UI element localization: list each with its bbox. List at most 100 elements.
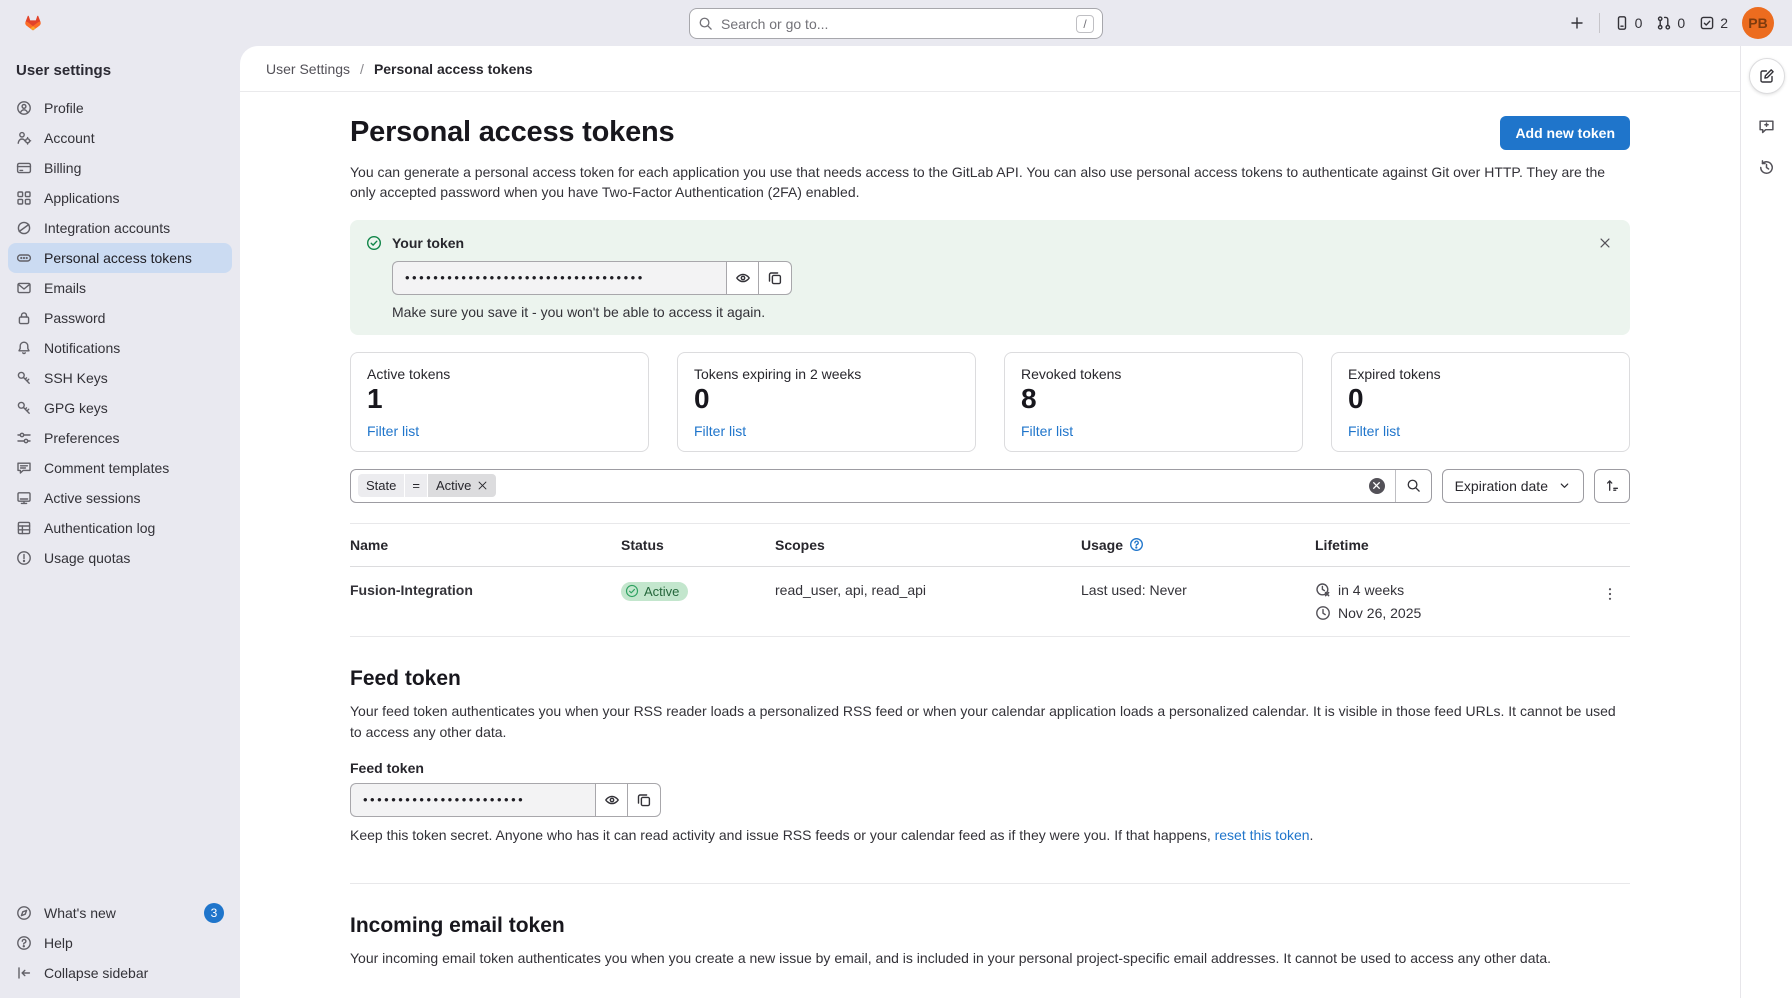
add-new-token-button[interactable]: Add new token — [1500, 116, 1630, 150]
alert-title: Your token — [392, 235, 464, 251]
collapse-icon — [16, 965, 32, 981]
reveal-feed-token-button[interactable] — [595, 783, 628, 817]
sidebar-item-preferences[interactable]: Preferences — [8, 423, 232, 453]
sidebar-item-notifications[interactable]: Notifications — [8, 333, 232, 363]
merge-requests-counter[interactable]: 0 — [1656, 15, 1685, 31]
search-shortcut-key: / — [1076, 15, 1094, 33]
create-new-button[interactable] — [1569, 15, 1585, 31]
comment-plus-icon — [1758, 118, 1775, 135]
filter-list-link[interactable]: Filter list — [1021, 423, 1073, 439]
status-badge: Active — [621, 582, 688, 601]
sidebar-item-account[interactable]: Account — [8, 123, 232, 153]
sidebar-item-authentication-log[interactable]: Authentication log — [8, 513, 232, 543]
merge-requests-count: 0 — [1677, 15, 1685, 31]
todos-count: 2 — [1720, 15, 1728, 31]
bell-icon — [16, 340, 32, 356]
sidebar-item-emails[interactable]: Emails — [8, 273, 232, 303]
alert-close-button[interactable] — [1594, 232, 1616, 254]
sort-direction-button[interactable] — [1594, 469, 1630, 503]
sidebar-item-label: GPG keys — [44, 400, 108, 416]
copy-icon — [767, 270, 783, 286]
sidebar-item-comment-templates[interactable]: Comment templates — [8, 453, 232, 483]
reset-feed-token-link[interactable]: reset this token — [1215, 827, 1310, 843]
help-button[interactable]: Help — [8, 928, 232, 958]
filter-list-link[interactable]: Filter list — [694, 423, 746, 439]
filter-chip-state[interactable]: State = Active — [358, 474, 496, 497]
lock-icon — [16, 310, 32, 326]
clear-filter-button[interactable] — [1369, 478, 1385, 494]
sidebar-item-profile[interactable]: Profile — [8, 93, 232, 123]
breadcrumb: User Settings / Personal access tokens — [240, 46, 1792, 92]
sidebar-item-personal-access-tokens[interactable]: Personal access tokens — [8, 243, 232, 273]
usage-help-icon[interactable] — [1129, 537, 1144, 552]
top-bar: Search or go to... / 0 0 2 PB — [0, 0, 1792, 46]
sidebar-item-label: Preferences — [44, 430, 119, 446]
filtered-search-input[interactable]: State = Active — [350, 469, 1432, 503]
chip-operator[interactable]: = — [405, 474, 427, 497]
incoming-email-token-heading: Incoming email token — [350, 914, 1630, 938]
breadcrumb-separator: / — [360, 61, 364, 77]
new-token-field[interactable]: •••••••••••••••••••••••••••••••••• — [392, 261, 726, 295]
key-icon — [16, 370, 32, 386]
token-created-alert: Your token •••••••••••••••••••••••••••••… — [350, 220, 1630, 335]
page-title: Personal access tokens — [350, 116, 674, 149]
sidebar-item-applications[interactable]: Applications — [8, 183, 232, 213]
whats-new-label: What's new — [44, 905, 116, 921]
breadcrumb-user-settings[interactable]: User Settings — [266, 61, 350, 77]
remove-chip-icon[interactable] — [477, 480, 488, 491]
sort-field-dropdown[interactable]: Expiration date — [1442, 469, 1584, 503]
page-description: You can generate a personal access token… — [350, 162, 1630, 203]
sidebar-item-integration-accounts[interactable]: Integration accounts — [8, 213, 232, 243]
search-placeholder: Search or go to... — [721, 16, 1076, 32]
gitlab-logo-icon[interactable] — [18, 8, 48, 38]
comment-plus-button[interactable] — [1758, 118, 1775, 135]
sidebar-item-gpg-keys[interactable]: GPG keys — [8, 393, 232, 423]
merge-request-icon — [1656, 15, 1672, 31]
eye-icon — [735, 270, 751, 286]
filter-list-link[interactable]: Filter list — [1348, 423, 1400, 439]
search-icon — [1406, 478, 1421, 493]
sidebar-item-active-sessions[interactable]: Active sessions — [8, 483, 232, 513]
copy-feed-token-button[interactable] — [628, 783, 661, 817]
sidebar-item-label: Active sessions — [44, 490, 140, 506]
lifetime-expiry: in 4 weeks — [1338, 582, 1404, 598]
whats-new-badge: 3 — [204, 903, 224, 923]
sidebar-item-ssh-keys[interactable]: SSH Keys — [8, 363, 232, 393]
filter-list-link[interactable]: Filter list — [367, 423, 419, 439]
sidebar-item-label: Applications — [44, 190, 120, 206]
chip-value[interactable]: Active — [428, 474, 496, 497]
feed-token-note: Keep this token secret. Anyone who has i… — [350, 827, 1630, 843]
compass-icon — [16, 905, 32, 921]
sidebar-item-billing[interactable]: Billing — [8, 153, 232, 183]
log-icon — [16, 520, 32, 536]
user-avatar[interactable]: PB — [1742, 7, 1774, 39]
stat-card-revoked-tokens: Revoked tokens 8 Filter list — [1004, 352, 1303, 452]
settings-sidebar: User settings Profile Account Billing Ap… — [0, 46, 240, 998]
whats-new-button[interactable]: What's new 3 — [8, 898, 232, 928]
issues-counter[interactable]: 0 — [1614, 15, 1643, 31]
feed-token-field[interactable]: ••••••••••••••••••••••• — [350, 783, 595, 817]
clear-icon — [1372, 481, 1381, 490]
copy-token-button[interactable] — [759, 261, 792, 295]
global-search-input[interactable]: Search or go to... / — [689, 8, 1103, 39]
row-actions-kebab-button[interactable] — [1590, 582, 1630, 602]
collapse-sidebar-button[interactable]: Collapse sidebar — [8, 958, 232, 988]
edit-button[interactable] — [1749, 58, 1785, 94]
email-icon — [16, 280, 32, 296]
key-icon — [16, 400, 32, 416]
check-circle-icon — [366, 235, 382, 251]
profile-icon — [16, 100, 32, 116]
apply-search-button[interactable] — [1395, 470, 1431, 502]
table-row: Fusion-Integration Active read_user, api… — [350, 566, 1630, 636]
sidebar-item-usage-quotas[interactable]: Usage quotas — [8, 543, 232, 573]
sidebar-item-password[interactable]: Password — [8, 303, 232, 333]
stat-label: Active tokens — [367, 366, 632, 382]
eye-icon — [604, 792, 620, 808]
filter-bar: State = Active — [350, 469, 1630, 503]
chip-field[interactable]: State — [358, 474, 404, 497]
history-button[interactable] — [1758, 159, 1775, 176]
todos-counter[interactable]: 2 — [1699, 15, 1728, 31]
reveal-token-button[interactable] — [726, 261, 759, 295]
main-panel: User Settings / Personal access tokens P… — [240, 46, 1792, 998]
incoming-email-token-description: Your incoming email token authenticates … — [350, 948, 1630, 969]
